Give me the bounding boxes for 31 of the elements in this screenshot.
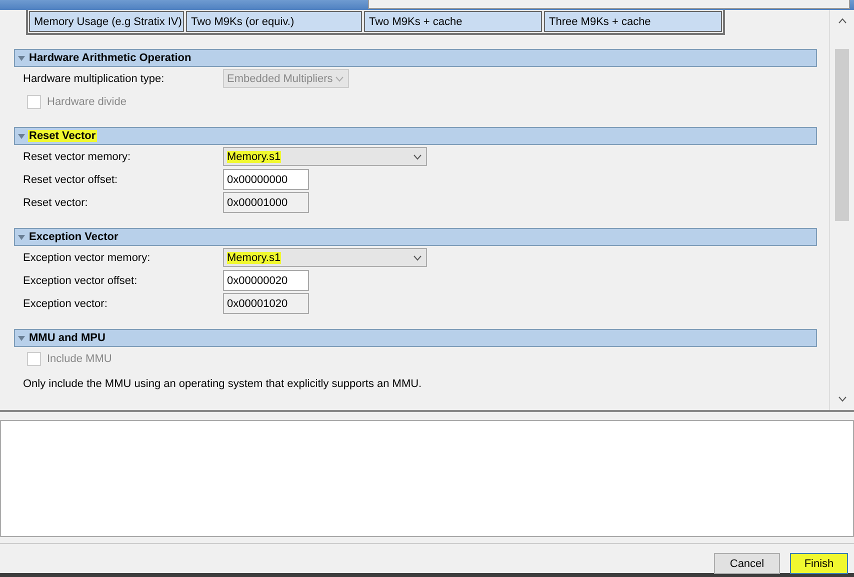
collapse-triangle-icon[interactable] xyxy=(18,336,25,340)
input-field[interactable]: 0x00000020 xyxy=(223,270,309,291)
table-cell: Two M9Ks (or equiv.) xyxy=(186,11,362,32)
field-label: Exception vector memory: xyxy=(23,252,152,264)
field-label: Exception vector offset: xyxy=(23,274,138,286)
field-label: Reset vector offset: xyxy=(23,174,119,186)
section-header[interactable]: Hardware Arithmetic Operation xyxy=(14,49,817,67)
info-text: Only include the MMU using an operating system that explicitly supports an MMU. xyxy=(22,377,423,392)
field-label: Reset vector memory: xyxy=(23,150,132,162)
dialog-button[interactable]: Cancel xyxy=(714,553,780,574)
dropdown[interactable]: Memory.s1 xyxy=(223,248,427,267)
dropdown[interactable]: Memory.s1 xyxy=(223,147,427,166)
collapse-triangle-icon[interactable] xyxy=(18,56,25,60)
checkbox-label: Hardware divide xyxy=(47,96,128,108)
scroll-down-icon[interactable] xyxy=(838,396,846,402)
field-label: Exception vector: xyxy=(23,298,108,310)
section-header[interactable]: MMU and MPU xyxy=(14,329,817,347)
collapse-triangle-icon[interactable] xyxy=(18,234,25,240)
dialog-button[interactable]: Finish xyxy=(790,553,848,574)
collapse-triangle-icon[interactable] xyxy=(18,134,25,138)
table-cell: Two M9Ks + cache xyxy=(364,11,542,32)
scroll-up-icon[interactable] xyxy=(838,18,846,24)
input-field[interactable]: 0x00000000 xyxy=(223,169,309,190)
checkbox-label: Include MMU xyxy=(47,352,113,364)
section-header[interactable]: Reset Vector xyxy=(14,127,817,145)
section-header[interactable]: Exception Vector xyxy=(14,228,817,246)
field-label: Hardware multiplication type: xyxy=(23,72,166,84)
table-cell: Three M9Ks + cache xyxy=(544,11,722,32)
table-cell: Memory Usage (e.g Stratix IV) xyxy=(29,11,184,32)
field-label: Reset vector: xyxy=(23,196,89,208)
scroll-thumb[interactable] xyxy=(835,49,849,221)
